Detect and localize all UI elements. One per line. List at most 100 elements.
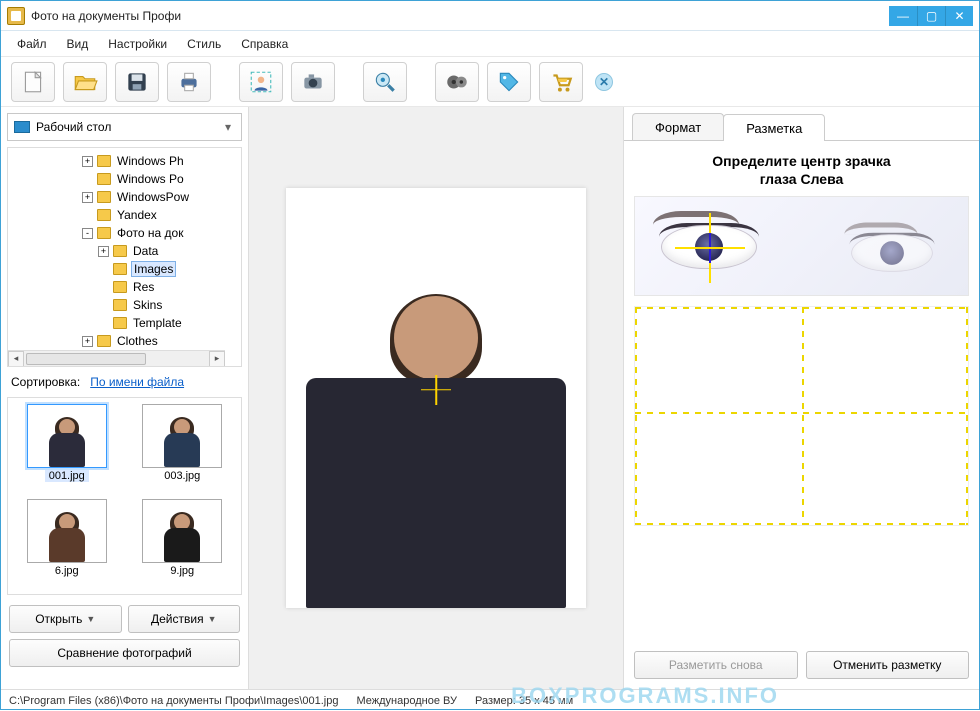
expand-icon[interactable]: + <box>82 336 93 347</box>
minimize-button[interactable]: — <box>889 6 917 26</box>
toolbar-save[interactable] <box>115 62 159 102</box>
menu-view[interactable]: Вид <box>57 33 99 55</box>
tree-node[interactable]: Res <box>14 278 191 296</box>
tree-node[interactable]: Windows Po <box>14 170 191 188</box>
remark-button[interactable]: Разметить снова <box>634 651 798 679</box>
toolbar-cart[interactable] <box>539 62 583 102</box>
panel-heading: Определите центр зрачка глаза Слева <box>624 141 979 196</box>
expand-icon[interactable]: + <box>82 156 93 167</box>
tree-label: Data <box>131 244 160 258</box>
toolbar-tag[interactable] <box>487 62 531 102</box>
tab-format[interactable]: Формат <box>632 113 724 140</box>
actions-button[interactable]: Действия▼ <box>128 605 241 633</box>
toolbar-open[interactable] <box>63 62 107 102</box>
toolbar-video[interactable] <box>435 62 479 102</box>
tree-label: Res <box>131 280 156 294</box>
compare-button[interactable]: Сравнение фотографий <box>9 639 240 667</box>
thumbnail[interactable]: 003.jpg <box>130 404 236 493</box>
right-panel: Формат Разметка Определите центр зрачка … <box>623 107 979 689</box>
tree-node[interactable]: + Data <box>14 242 191 260</box>
tree-node[interactable]: +WindowsPow <box>14 188 191 206</box>
folder-icon <box>97 155 111 167</box>
markup-grid[interactable] <box>634 306 969 526</box>
status-path: C:\Program Files (x86)\Фото на документы… <box>9 695 338 707</box>
thumbnail[interactable]: 9.jpg <box>130 499 236 588</box>
folder-icon <box>113 317 127 329</box>
tree-label: Clothes <box>115 334 160 348</box>
thumbnail-caption: 001.jpg <box>45 470 89 482</box>
menu-file[interactable]: Файл <box>7 33 57 55</box>
sort-mode-link[interactable]: По имени файла <box>90 375 184 389</box>
folder-icon <box>113 281 127 293</box>
cancel-markup-button[interactable]: Отменить разметку <box>806 651 970 679</box>
window-controls: — ▢ ✕ <box>889 6 973 26</box>
sort-label: Сортировка: <box>11 375 80 389</box>
tree-label: Windows Ph <box>115 154 186 168</box>
folder-icon <box>97 209 111 221</box>
open-button[interactable]: Открыть▼ <box>9 605 122 633</box>
status-size: Размер: 35 x 45 мм <box>475 695 573 707</box>
window-title: Фото на документы Профи <box>31 9 889 23</box>
thumbnail-caption: 6.jpg <box>14 565 120 577</box>
tree-node[interactable]: Yandex <box>14 206 191 224</box>
left-panel: Рабочий стол ▾ + Windows Ph Windows Po+Win… <box>1 107 249 689</box>
location-bar[interactable]: Рабочий стол ▾ <box>7 113 242 141</box>
expand-icon[interactable]: + <box>98 246 109 257</box>
tree-hscrollbar[interactable]: ◂ ▸ <box>8 350 225 366</box>
folder-icon <box>97 173 111 185</box>
menubar: Файл Вид Настройки Стиль Справка <box>1 31 979 57</box>
folder-tree[interactable]: + Windows Ph Windows Po+WindowsPow Yandex - Ф… <box>7 147 242 367</box>
folder-icon <box>97 191 111 203</box>
tree-node[interactable]: + Clothes <box>14 332 191 350</box>
scroll-left-icon[interactable]: ◂ <box>8 351 24 367</box>
tree-label: Yandex <box>115 208 159 222</box>
tree-label: Фото на док <box>115 226 185 240</box>
tree-label: Skins <box>131 298 164 312</box>
status-mode: Международное ВУ <box>356 695 457 707</box>
thumbnails: 001.jpg 003.jpg 6.jpg 9.jpg <box>7 397 242 595</box>
toolbar-zoom[interactable] <box>363 62 407 102</box>
expand-icon[interactable]: + <box>82 192 93 203</box>
photo-canvas[interactable] <box>249 107 623 689</box>
statusbar: C:\Program Files (x86)\Фото на документы… <box>1 689 979 711</box>
tree-node[interactable]: - Фото на док <box>14 224 191 242</box>
tree-node[interactable]: Images <box>14 260 191 278</box>
scroll-right-icon[interactable]: ▸ <box>209 351 225 367</box>
maximize-button[interactable]: ▢ <box>917 6 945 26</box>
folder-icon <box>97 227 111 239</box>
close-button[interactable]: ✕ <box>945 6 973 26</box>
thumbnail-caption: 9.jpg <box>130 565 236 577</box>
toolbar-close-extras[interactable]: ✕ <box>595 73 613 91</box>
scroll-thumb[interactable] <box>26 353 146 365</box>
eye-demo <box>634 196 969 296</box>
expand-icon[interactable]: - <box>82 228 93 239</box>
thumbnail-caption: 003.jpg <box>130 470 236 482</box>
toolbar-camera[interactable] <box>291 62 335 102</box>
location-dropdown-icon[interactable]: ▾ <box>221 120 235 134</box>
folder-icon <box>113 263 127 275</box>
tab-markup[interactable]: Разметка <box>723 114 825 141</box>
tree-node[interactable]: + Windows Ph <box>14 152 191 170</box>
menu-help[interactable]: Справка <box>231 33 298 55</box>
menu-settings[interactable]: Настройки <box>98 33 177 55</box>
tree-label: Images <box>131 261 176 277</box>
sort-row: Сортировка: По имени файла <box>1 367 248 393</box>
thumbnail[interactable]: 6.jpg <box>14 499 120 588</box>
folder-icon <box>113 299 127 311</box>
app-icon <box>7 7 25 25</box>
tree-label: Template <box>131 316 184 330</box>
thumbnail[interactable]: 001.jpg <box>14 404 120 493</box>
menu-style[interactable]: Стиль <box>177 33 231 55</box>
right-tabs: Формат Разметка <box>624 107 979 141</box>
left-buttons: Открыть▼ Действия▼ Сравнение фотографий <box>1 599 248 673</box>
right-buttons: Разметить снова Отменить разметку <box>624 645 979 679</box>
toolbar-print[interactable] <box>167 62 211 102</box>
toolbar-new[interactable] <box>11 62 55 102</box>
titlebar: Фото на документы Профи — ▢ ✕ <box>1 1 979 31</box>
toolbar: ✕ <box>1 57 979 107</box>
folder-icon <box>97 335 111 347</box>
tree-node[interactable]: Skins <box>14 296 191 314</box>
folder-icon <box>113 245 127 257</box>
tree-node[interactable]: Template <box>14 314 191 332</box>
toolbar-crop-person[interactable] <box>239 62 283 102</box>
